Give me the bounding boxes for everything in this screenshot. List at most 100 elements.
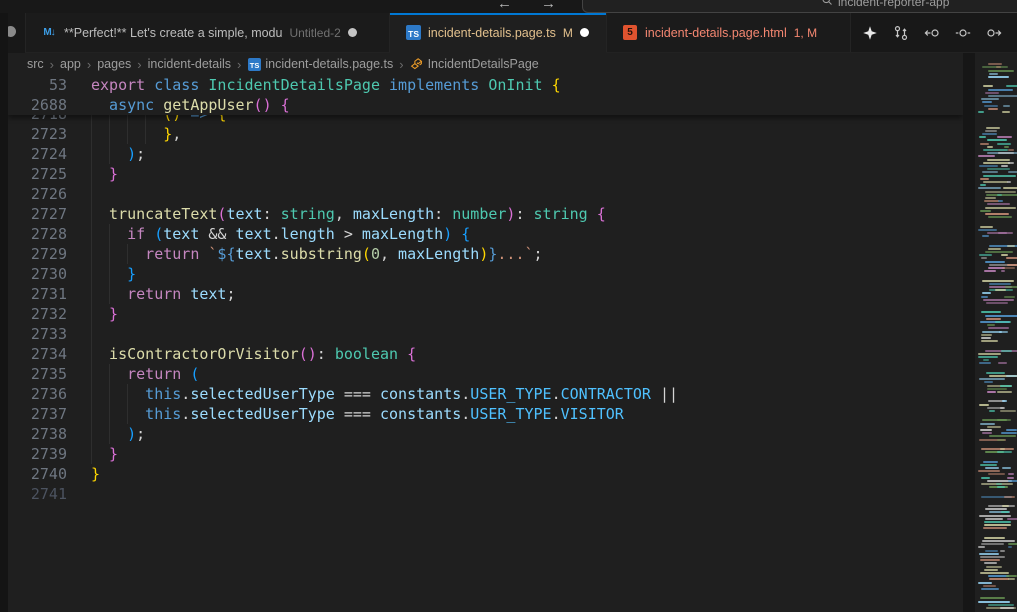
breadcrumb-item-incident-details.page.ts[interactable]: TSincident-details.page.ts [247, 57, 393, 71]
minimap-line [981, 543, 1004, 545]
breadcrumb-item-app[interactable]: app [60, 57, 81, 71]
line-number[interactable]: 2735 [8, 364, 67, 384]
line-number[interactable]: 2731 [8, 284, 67, 304]
code-line-2736[interactable]: 2736this.selectedUserType === constants.… [8, 384, 963, 404]
line-number[interactable]: 2733 [8, 324, 67, 344]
minimap-line [984, 105, 998, 107]
code-text: ); [127, 144, 145, 164]
line-number[interactable]: 2741 [8, 484, 67, 504]
code-line-2739[interactable]: 2739} [8, 444, 963, 464]
code-line-53[interactable]: 53export class IncidentDetailsPage imple… [8, 75, 963, 95]
source-control-graph-icon[interactable] [890, 22, 912, 44]
code-line-2733[interactable]: 2733 [8, 324, 963, 344]
minimap-line [988, 473, 1005, 475]
line-number[interactable]: 2734 [8, 344, 67, 364]
code-text: return text; [127, 284, 235, 304]
indent-guide [109, 384, 110, 404]
line-number[interactable]: 2724 [8, 144, 67, 164]
minimap-line [980, 559, 1000, 561]
line-number[interactable]: 2738 [8, 424, 67, 444]
code-line-2724[interactable]: 2724); [8, 144, 963, 164]
minimap-line [981, 311, 1001, 313]
code-line-2738[interactable]: 2738); [8, 424, 963, 444]
line-number[interactable]: 2730 [8, 264, 67, 284]
line-number[interactable]: 2729 [8, 244, 67, 264]
code-line-2740[interactable]: 2740} [8, 464, 963, 484]
minimap-line [984, 562, 997, 564]
sticky-scroll[interactable]: 53export class IncidentDetailsPage imple… [8, 75, 963, 115]
editor-scrollbar[interactable] [963, 53, 975, 612]
line-number[interactable]: 2737 [8, 404, 67, 424]
code-line-2727[interactable]: 2727truncateText(text: string, maxLength… [8, 204, 963, 224]
code-line-2730[interactable]: 2730} [8, 264, 963, 284]
command-center-searchbox[interactable]: incident-reporter-app [582, 0, 1017, 13]
minimap-line [986, 127, 1000, 129]
minimap-line [985, 251, 1013, 253]
minimap-line [1007, 518, 1017, 520]
breadcrumb-item-IncidentDetailsPage[interactable]: IncidentDetailsPage [410, 57, 539, 71]
code-line-2726[interactable]: 2726 [8, 184, 963, 204]
next-change-icon[interactable] [983, 22, 1005, 44]
line-number[interactable]: 2736 [8, 384, 67, 404]
code-line-2741[interactable]: 2741 [8, 484, 963, 504]
previous-change-icon[interactable] [921, 22, 943, 44]
line-number[interactable]: 2732 [8, 304, 67, 324]
breadcrumb-item-incident-details[interactable]: incident-details [148, 57, 231, 71]
line-number[interactable]: 2739 [8, 444, 67, 464]
minimap-line [985, 467, 999, 469]
minimap-line [985, 92, 999, 94]
indent-guide [109, 284, 110, 304]
code-editor[interactable]: 2718() => {2723},2724);2725}27262727trun… [8, 75, 963, 612]
minimap-line [979, 254, 992, 256]
minimap-line [995, 321, 1011, 323]
minimap-line [1006, 257, 1017, 259]
line-number[interactable]: 2728 [8, 224, 67, 244]
minimap-line [978, 356, 998, 358]
minimap-line [989, 435, 1016, 437]
tab-incident-details-page-html[interactable]: 5 incident-details.page.html 1, M [607, 13, 851, 52]
navigate-back-button[interactable]: ← [497, 0, 512, 12]
minimap-line [987, 168, 1010, 170]
code-line-2729[interactable]: 2729return `${text.substring(0, maxLengt… [8, 244, 963, 264]
navigate-forward-button[interactable]: → [541, 0, 556, 12]
line-number[interactable]: 2727 [8, 204, 67, 224]
minimap-line [978, 187, 1001, 189]
code-line-2688[interactable]: 2688async getAppUser() { [8, 95, 963, 115]
revert-file-icon[interactable] [952, 22, 974, 44]
code-line-2737[interactable]: 2737this.selectedUserType === constants.… [8, 404, 963, 424]
line-number[interactable]: 2688 [8, 95, 67, 115]
minimap-line [979, 165, 998, 167]
minimap-line [987, 146, 993, 148]
code-line-2723[interactable]: 2723}, [8, 124, 963, 144]
line-number[interactable]: 2740 [8, 464, 67, 484]
minimap[interactable] [975, 53, 1017, 612]
line-number[interactable]: 2726 [8, 184, 67, 204]
code-line-2731[interactable]: 2731 return text; [8, 284, 963, 304]
minimap-line [1005, 286, 1017, 288]
tab-incident-details-page-ts[interactable]: TS incident-details.page.ts M [390, 13, 607, 53]
minimap-line [1004, 496, 1015, 498]
code-line-2734[interactable]: 2734isContractorOrVisitor(): boolean { [8, 344, 963, 364]
code-text: } [127, 264, 136, 284]
minimap-line [1000, 448, 1005, 450]
line-number[interactable]: 2725 [8, 164, 67, 184]
code-line-2725[interactable]: 2725} [8, 164, 963, 184]
minimap-line [1006, 85, 1017, 87]
minimap-line [983, 299, 1014, 301]
modified-dot-icon[interactable] [348, 28, 357, 37]
indent-guide [127, 404, 128, 424]
modified-dot-icon[interactable] [580, 28, 589, 37]
breadcrumb-item-src[interactable]: src [27, 57, 44, 71]
minimap-line [988, 327, 1009, 329]
code-line-2732[interactable]: 2732} [8, 304, 963, 324]
minimap-line [984, 524, 1011, 526]
line-number[interactable]: 2723 [8, 124, 67, 144]
breadcrumb-item-pages[interactable]: pages [97, 57, 131, 71]
tab-untitled-markdown[interactable]: M↓ **Perfect!** Let's create a simple, m… [25, 13, 390, 52]
copilot-sparkle-icon[interactable] [859, 22, 881, 44]
code-line-2728[interactable]: 2728if (text && text.length > maxLength)… [8, 224, 963, 244]
code-line-2735[interactable]: 2735return ( [8, 364, 963, 384]
line-number[interactable]: 53 [8, 75, 67, 95]
tab-title: incident-details.page.ts [428, 26, 556, 40]
html-file-icon: 5 [622, 25, 638, 41]
